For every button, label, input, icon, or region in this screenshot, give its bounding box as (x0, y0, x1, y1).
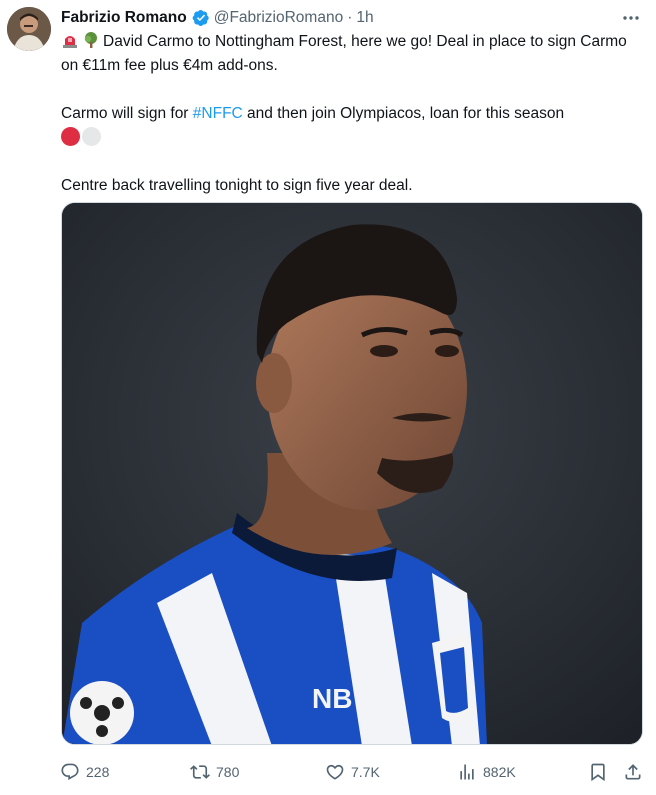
siren-emoji-icon (61, 31, 79, 49)
tweet-actions: 228 780 7.7K 882K (58, 758, 646, 786)
header-separator: · (347, 9, 353, 26)
tweet-header: Fabrizio Romano @FabrizioRomano · 1h (61, 7, 642, 29)
retweet-button[interactable]: 780 (190, 762, 239, 782)
like-button[interactable]: 7.7K (325, 762, 380, 782)
tweet-line-2-prefix: Carmo will sign for (61, 105, 193, 122)
white-circle-emoji-icon (82, 127, 101, 146)
tweet-line-2: Carmo will sign for #NFFC and then join … (61, 102, 643, 126)
reply-icon (61, 763, 79, 780)
views-count: 882K (483, 764, 516, 780)
retweet-icon (190, 765, 210, 779)
heart-icon (326, 764, 344, 780)
bookmark-button[interactable] (588, 762, 614, 782)
tweet-line-1-text: David Carmo to Nottingham Forest, here w… (61, 33, 627, 74)
hashtag-link[interactable]: #NFFC (193, 105, 243, 122)
author-handle[interactable]: @FabrizioRomano (214, 9, 343, 27)
reply-button[interactable]: 228 (60, 762, 109, 782)
tweet-line-1: David Carmo to Nottingham Forest, here w… (61, 30, 643, 78)
verified-badge-icon (192, 9, 210, 27)
tweet-line-3: Centre back travelling tonight to sign f… (61, 177, 413, 194)
share-icon (625, 764, 641, 780)
tweet-line-2-suffix: and then join Olympiacos, loan for this … (242, 105, 565, 122)
svg-text:NB: NB (312, 683, 352, 714)
tweet-media-photo[interactable]: NB (61, 202, 643, 745)
like-count: 7.7K (351, 764, 380, 780)
player-photo: NB (62, 203, 642, 744)
more-options-icon[interactable] (620, 7, 642, 29)
views-button[interactable]: 882K (457, 762, 516, 782)
reply-count: 228 (86, 764, 110, 780)
tweet-card[interactable]: Fabrizio Romano @FabrizioRomano · 1h Dav… (0, 0, 656, 795)
share-button[interactable] (623, 762, 649, 782)
tweet-line-2-emojis (61, 126, 643, 150)
author-avatar[interactable] (7, 7, 51, 51)
views-bar-chart-icon (460, 764, 474, 780)
tweet-timestamp[interactable]: 1h (356, 9, 373, 27)
red-circle-emoji-icon (61, 127, 80, 146)
retweet-count: 780 (216, 764, 240, 780)
author-name[interactable]: Fabrizio Romano (61, 9, 187, 27)
tree-emoji-icon (82, 31, 100, 49)
tweet-text: David Carmo to Nottingham Forest, here w… (61, 30, 643, 198)
bookmark-icon (591, 763, 605, 782)
